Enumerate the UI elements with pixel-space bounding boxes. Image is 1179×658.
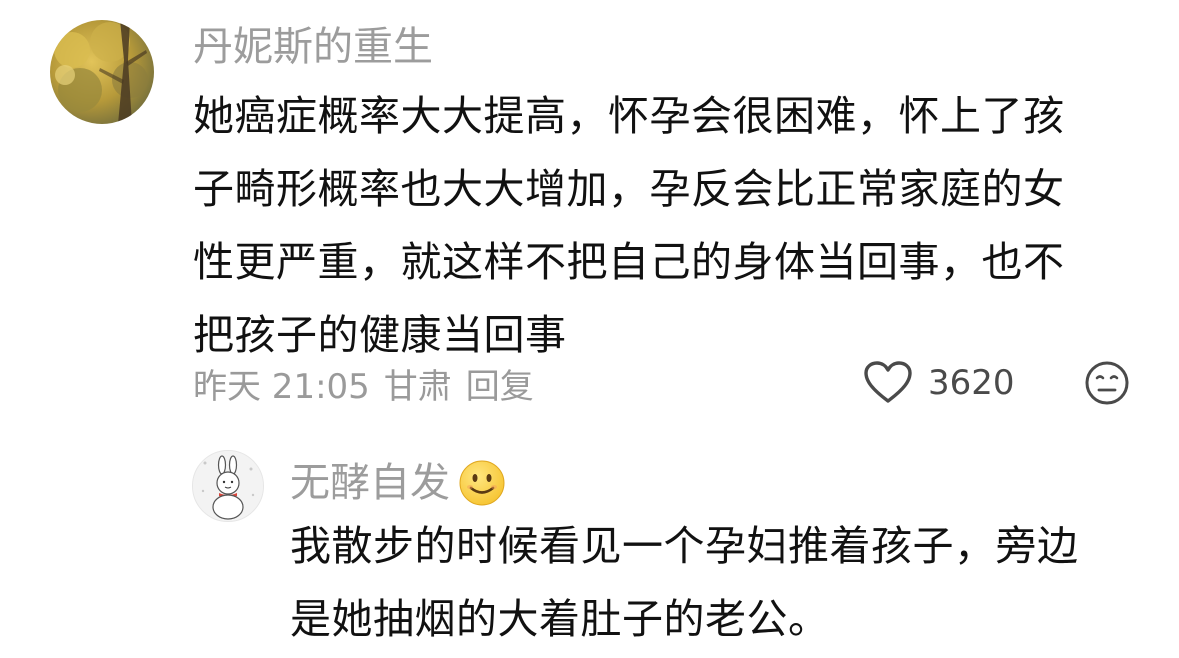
main-comment: 丹妮斯的重生 她癌症概率大大提高，怀孕会很困难，怀上了孩 子畸形概率也大大增加，… bbox=[0, 0, 1179, 430]
comment-line: 是她抽烟的大着肚子的老公。 bbox=[290, 595, 830, 643]
bunny-snowman-avatar bbox=[193, 451, 263, 521]
user-avatar[interactable] bbox=[192, 450, 264, 522]
user-avatar[interactable] bbox=[50, 20, 154, 124]
neutral-face-icon bbox=[1085, 361, 1129, 405]
comment-time: 昨天 21:05 bbox=[193, 366, 370, 407]
comment-line: 子畸形概率也大大增加，孕反会比正常家庭的女 bbox=[193, 165, 1065, 213]
reaction-button[interactable] bbox=[1084, 360, 1130, 406]
smiling-face-emoji bbox=[459, 460, 505, 506]
comment-line: 她癌症概率大大提高，怀孕会很困难，怀上了孩 bbox=[193, 92, 1065, 140]
comment-body: 我散步的时候看见一个孕妇推着孩子，旁边 是她抽烟的大着肚子的老公。 bbox=[290, 510, 1079, 656]
author-name: 无酵自发 bbox=[290, 460, 450, 506]
like-count: 3620 bbox=[928, 363, 1015, 403]
comment-line: 我散步的时候看见一个孕妇推着孩子，旁边 bbox=[290, 522, 1079, 570]
like-button[interactable]: 3620 bbox=[864, 356, 1015, 410]
heart-icon bbox=[864, 361, 912, 403]
comment-body: 她癌症概率大大提高，怀孕会很困难，怀上了孩 子畸形概率也大大增加，孕反会比正常家… bbox=[193, 80, 1065, 372]
comment-meta: 昨天 21:05 甘肃 回复 bbox=[193, 358, 548, 408]
comment-author[interactable]: 无酵自发 bbox=[290, 456, 506, 510]
reply-button[interactable]: 回复 bbox=[466, 359, 534, 408]
comment-line: 性更严重，就这样不把自己的身体当回事，也不 bbox=[193, 238, 1065, 286]
ginkgo-tree-photo bbox=[50, 20, 154, 124]
comment-location: 甘肃 bbox=[383, 366, 452, 407]
comment-author[interactable]: 丹妮斯的重生 bbox=[193, 20, 433, 74]
